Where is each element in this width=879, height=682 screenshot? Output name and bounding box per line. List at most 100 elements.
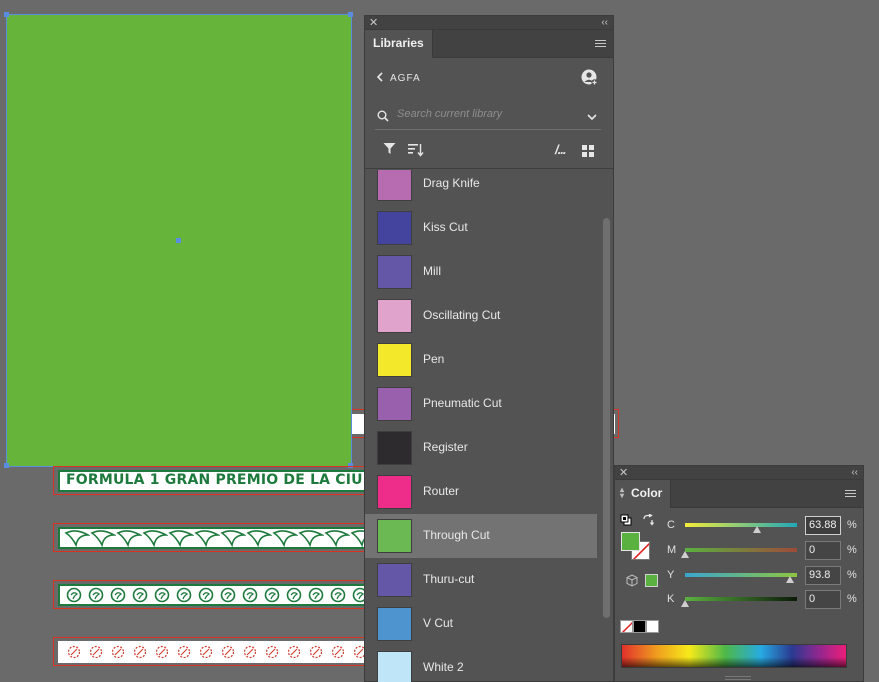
slider-label: K [667,593,675,605]
web-safe-swatch[interactable] [645,574,658,587]
swatch-label: Pen [423,352,445,366]
swatch-item[interactable]: Oscillating Cut [365,294,597,338]
collapse-panel-icon[interactable]: ‹‹ [601,16,608,30]
scrollbar[interactable] [603,218,610,618]
circle-leaf-pattern [60,586,366,604]
search-icon [377,109,389,127]
percent-unit: % [847,544,857,556]
swatch-item[interactable]: White 2 [365,646,597,682]
percent-unit: % [847,519,857,531]
swatch-color-chip [377,651,412,682]
slider-track[interactable] [685,573,797,577]
slider-value-field[interactable]: 63.88 [805,516,841,535]
swatch-item[interactable]: Drag Knife [365,170,597,206]
swatch-color-chip [377,211,412,245]
library-toolbar: /... [365,133,613,169]
slider-thumb[interactable] [786,576,795,583]
collapse-panel-icon[interactable]: ‹‹ [851,466,858,480]
close-icon[interactable]: ✕ [369,16,378,30]
sort-icon[interactable] [408,143,424,162]
selection-handle-tl[interactable] [4,12,9,17]
tab-color[interactable]: ▴ ▾ Color [615,480,672,508]
chevron-down-icon[interactable] [587,108,597,126]
red-circle-pattern-strip[interactable] [58,641,368,663]
color-spectrum[interactable] [621,644,847,668]
swatch-item[interactable]: Pen [365,338,597,382]
tab-libraries[interactable]: Libraries [365,30,433,58]
slider-value-field[interactable]: 93.8 [805,566,841,585]
default-fill-stroke-icon[interactable] [620,513,632,531]
swatch-label: V Cut [423,616,454,630]
swatch-item[interactable]: Register [365,426,597,470]
swatch-color-chip [377,255,412,289]
swatch-label: Drag Knife [423,176,480,190]
cube-icon[interactable] [626,574,638,592]
none-color-swatch[interactable] [620,620,633,633]
red-circle-pattern [60,643,366,661]
expand-options-icon[interactable]: ▴ ▾ [620,486,624,500]
fill-swatch[interactable] [621,532,640,551]
swatch-list[interactable]: White 2 V Cut Thuru-cut Through Cut Router Re… [365,170,613,682]
panel-menu-icon[interactable] [845,490,856,499]
slider-thumb[interactable] [752,526,761,533]
selection-center-point [176,238,181,243]
slider-label: Y [667,569,675,581]
add-collaborator-icon[interactable] [581,69,598,86]
slider-value-field[interactable]: 0 [805,590,841,609]
libraries-panel: ✕ ‹‹ Libraries AGFA Search current libra… [364,15,614,682]
slider-track[interactable] [685,597,797,601]
swatch-color-chip [377,387,412,421]
slider-row-k: K 0% [667,590,863,610]
swatch-item[interactable]: Through Cut [365,514,597,558]
swatch-item[interactable]: Thuru-cut [365,558,597,602]
slider-value-field[interactable]: 0 [805,541,841,560]
swatch-color-chip [377,170,412,201]
banner-text: FORMULA 1 GRAN PREMIO DE LA CIU [66,472,363,488]
grid-view-icon[interactable] [582,144,594,162]
filter-icon[interactable] [383,142,396,160]
swatch-item[interactable]: Pneumatic Cut [365,382,597,426]
selection-handle-tr[interactable] [348,12,353,17]
swap-fill-stroke-icon[interactable] [642,513,655,531]
swatch-color-chip [377,475,412,509]
swatch-label: Kiss Cut [423,220,468,234]
slider-row-c: C 63.88% [667,516,863,536]
black-color-swatch[interactable] [633,620,646,633]
swatch-label: Thuru-cut [423,572,475,586]
swatch-label: Oscillating Cut [423,308,501,322]
slider-track[interactable] [685,523,797,527]
banner-strip[interactable]: FORMULA 1 GRAN PREMIO DE LA CIU [58,470,368,492]
swatch-item[interactable]: Router [365,470,597,514]
slider-row-y: Y 93.8% [667,566,863,586]
libraries-panel-topbar: ✕ ‹‹ [365,16,613,30]
color-panel: ✕ ‹‹ ▴ ▾ Color C 63.88% M 0% Y 93.8% K 0% [614,465,864,682]
color-tab-row: ▴ ▾ Color [615,480,863,508]
slider-track[interactable] [685,548,797,552]
swatch-item[interactable]: Kiss Cut [365,206,597,250]
leaf-pattern [60,529,366,547]
back-chevron-icon[interactable] [376,71,384,85]
circle-leaf-pattern-strip[interactable] [58,584,368,606]
slider-label: M [667,544,677,556]
swatch-item[interactable]: V Cut [365,602,597,646]
resize-grip[interactable] [725,676,751,680]
swatch-label: Mill [423,264,441,278]
swatch-color-chip [377,299,412,333]
leaf-pattern-strip[interactable] [58,527,368,549]
list-view-icon[interactable]: /... [555,142,566,157]
swatch-label: Router [423,484,460,498]
swatch-item[interactable]: Mill [365,250,597,294]
white-color-swatch[interactable] [646,620,659,633]
slider-thumb[interactable] [681,551,689,558]
search-input[interactable] [397,104,577,124]
swatch-color-chip [377,343,412,377]
tab-color-label: Color [631,486,663,500]
close-icon[interactable]: ✕ [619,466,628,480]
swatch-label: Register [423,440,468,454]
slider-label: C [667,519,675,531]
panel-menu-icon[interactable] [595,40,606,49]
library-name[interactable]: AGFA [390,73,421,84]
slider-thumb[interactable] [681,600,689,607]
selection-handle-bl[interactable] [4,463,9,468]
swatch-label: Pneumatic Cut [423,396,502,410]
